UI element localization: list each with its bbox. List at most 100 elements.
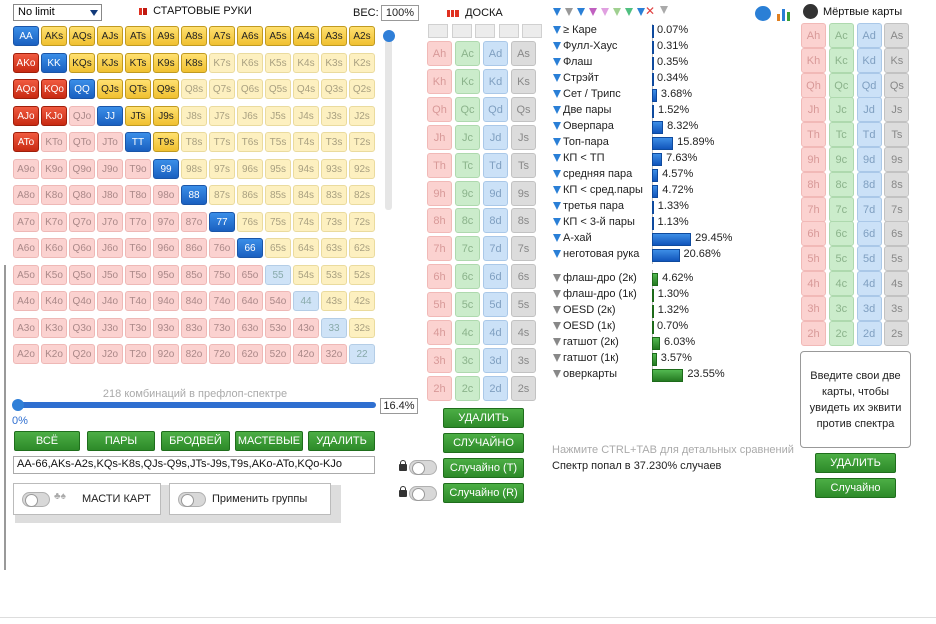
card-2c[interactable]: 2c [828,320,854,346]
chart-icon[interactable] [776,6,792,21]
hand-cell[interactable]: Q7o [69,211,95,232]
hand-cell[interactable]: T4o [125,291,151,311]
card-3c[interactable]: 3c [455,347,480,373]
hand-cell[interactable]: 74o [209,291,235,311]
funnel-icon[interactable] [553,322,561,330]
hand-cell[interactable]: T9s [153,132,179,152]
hand-cell[interactable]: T6o [125,238,151,258]
card-9d[interactable]: 9d [856,147,882,172]
hand-cell[interactable]: 87s [209,185,235,205]
hand-cell[interactable]: 86s [237,185,263,205]
hand-cell[interactable]: 64s [293,238,319,258]
hand-cell[interactable]: J2o [97,344,123,364]
card-Ac[interactable]: Ac [455,41,480,66]
hand-cell[interactable]: 82s [349,185,375,205]
hand-cell[interactable]: A2o [13,344,39,364]
hand-cell[interactable]: 86o [181,238,207,258]
hand-cell[interactable]: Q6s [237,79,263,99]
hand-cell[interactable]: 85s [265,185,291,205]
hand-cell[interactable]: A5s [265,26,291,46]
hand-cell[interactable]: K5s [265,52,291,73]
card-9h[interactable]: 9h [801,147,826,172]
stat-row[interactable]: Стрэйт 0.34% [553,71,743,87]
funnel-icon[interactable] [553,274,561,282]
hand-cell[interactable]: Q5o [69,264,95,285]
card-4d[interactable]: 4d [856,271,882,296]
hand-cell[interactable]: 32o [321,344,347,364]
board-slot[interactable] [498,24,519,38]
card-Kd[interactable]: Kd [856,47,882,73]
stat-row[interactable]: Оверпара 8.32% [553,119,743,135]
hand-cell[interactable]: K8s [181,52,207,73]
range-text-input[interactable]: AA-66,AKs-A2s,KQs-K8s,QJs-Q9s,JTs-J9s,T9… [13,456,375,474]
hand-cell[interactable]: K9o [41,158,67,179]
hand-cell[interactable]: J7s [209,105,235,126]
suits-option[interactable]: ♣♠ МАСТИ КАРТ [13,483,161,515]
card-Ah[interactable]: Ah [801,23,826,48]
funnel-icon[interactable] [553,90,561,98]
hand-cell[interactable]: ATs [125,26,151,46]
card-3h[interactable]: 3h [427,347,452,373]
hand-cell[interactable]: T2s [349,132,375,152]
stat-row[interactable]: оверкарты 23.55% [553,367,743,383]
hand-cell[interactable]: 73o [209,317,235,338]
card-7c[interactable]: 7c [828,196,854,222]
hand-cell[interactable]: 84o [181,291,207,311]
lock-r-toggle[interactable] [409,486,437,501]
hand-cell[interactable]: 74s [293,211,319,232]
hand-cell[interactable]: A3o [13,317,39,338]
hand-cell[interactable]: A3s [321,26,347,46]
hand-cell[interactable]: JTs [125,105,151,126]
funnel-icon[interactable] [553,218,561,226]
card-Tc[interactable]: Tc [455,152,480,178]
hand-cell[interactable]: A8o [13,185,39,205]
hand-cell[interactable]: 87o [181,211,207,232]
funnel-icon[interactable] [553,290,561,298]
board-random-button[interactable]: СЛУЧАЙНО [443,433,524,453]
hand-cell[interactable]: 96o [153,238,179,258]
weight-input[interactable]: 100% [381,5,419,21]
card-3d[interactable]: 3d [483,347,508,373]
card-6s[interactable]: 6s [511,264,536,290]
hand-cell[interactable]: A9o [13,158,39,179]
card-8d[interactable]: 8d [483,208,508,234]
filter-icon[interactable] [565,8,573,16]
hand-cell[interactable]: T7o [125,211,151,232]
funnel-icon[interactable] [553,26,561,34]
hand-cell[interactable]: 44 [293,291,319,311]
hand-cell[interactable]: AJo [13,105,39,126]
card-6h[interactable]: 6h [427,264,452,290]
stat-row[interactable]: неготовая рука 20.68% [553,247,743,263]
funnel-icon[interactable] [553,354,561,362]
weight-slider-handle[interactable] [383,30,395,42]
card-4c[interactable]: 4c [455,320,480,345]
hand-cell[interactable]: JJ [97,105,123,126]
card-9s[interactable]: 9s [884,147,910,172]
card-8s[interactable]: 8s [884,171,910,197]
hand-cell[interactable]: 65s [265,238,291,258]
card-Qc[interactable]: Qc [455,96,480,122]
card-9h[interactable]: 9h [427,180,452,206]
hand-cell[interactable]: J3o [97,317,123,338]
card-9s[interactable]: 9s [511,180,536,206]
card-Th[interactable]: Th [427,152,452,178]
hand-cell[interactable]: 96s [237,158,263,179]
hand-cell[interactable]: J8o [97,185,123,205]
hand-cell[interactable]: A6o [13,238,39,258]
hand-cell[interactable]: A2s [349,26,375,46]
hand-cell[interactable]: 42s [349,291,375,311]
hand-cell[interactable]: KQo [41,79,67,99]
stat-row[interactable]: КП < 3-й пары 1.13% [553,215,743,231]
card-6d[interactable]: 6d [856,221,882,247]
funnel-icon[interactable] [553,370,561,378]
card-Qc[interactable]: Qc [828,72,854,98]
funnel-icon[interactable] [553,122,561,130]
hand-cell[interactable]: AKs [41,26,67,46]
card-5h[interactable]: 5h [427,292,452,318]
hand-cell[interactable]: K2o [41,344,67,364]
hand-cell[interactable]: J8s [181,105,207,126]
filter-icon[interactable] [553,8,561,16]
card-8h[interactable]: 8h [801,171,826,197]
hand-cell[interactable]: J2s [349,105,375,126]
card-5s[interactable]: 5s [511,292,536,318]
